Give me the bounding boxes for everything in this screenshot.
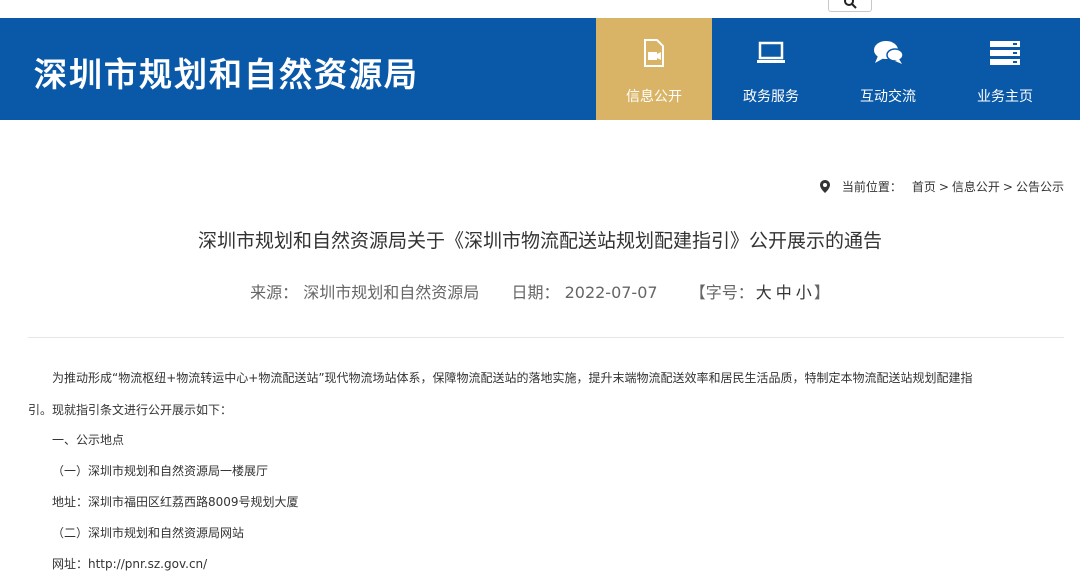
breadcrumb-info-link[interactable]: 信息公开 (952, 178, 1000, 195)
section-heading: 一、公示地点 (52, 433, 125, 447)
date-value: 2022-07-07 (564, 283, 658, 302)
chat-bubbles-icon (872, 38, 904, 68)
nav-item-government-services[interactable]: 政务服务 (713, 18, 829, 120)
breadcrumb: 当前位置： 首页 > 信息公开 > 公告公示 (819, 178, 1064, 195)
nav-label: 业务主页 (977, 89, 1033, 105)
divider (28, 337, 1064, 338)
nav-item-interaction[interactable]: 互动交流 (830, 18, 946, 120)
breadcrumb-separator: > (938, 179, 949, 194)
source-value: 深圳市规划和自然资源局 (303, 283, 480, 302)
location-item-2: （二）深圳市规划和自然资源局网站 (52, 526, 245, 540)
paragraph-intro-cont: 引。现就指引条文进行公开展示如下： (28, 403, 233, 417)
font-size-medium-button[interactable]: 中 (776, 283, 792, 302)
location-pin-icon (819, 180, 830, 193)
document-video-icon (643, 38, 665, 68)
font-size-label-close: 】 (813, 283, 830, 302)
website-line[interactable]: 网址：http://pnr.sz.gov.cn/ (52, 555, 207, 572)
monitor-icon (756, 38, 786, 68)
nav-item-info-disclosure[interactable]: 信息公开 (596, 18, 712, 120)
font-size-small-button[interactable]: 小 (796, 283, 812, 302)
article-title: 深圳市规划和自然资源局关于《深圳市物流配送站规划配建指引》公开展示的通告 (197, 230, 882, 252)
source-label: 来源： (250, 283, 299, 302)
date-label: 日期： (511, 283, 560, 302)
top-strip (0, 0, 1080, 18)
nav-label: 信息公开 (626, 89, 682, 105)
font-size-label: 【字号： (689, 283, 754, 302)
breadcrumb-separator: > (1002, 179, 1013, 194)
nav-label: 互动交流 (860, 89, 916, 105)
site-title[interactable]: 深圳市规划和自然资源局 (34, 48, 419, 96)
breadcrumb-prefix: 当前位置： (841, 180, 902, 194)
breadcrumb-home-link[interactable]: 首页 (912, 178, 936, 195)
nav-item-business-home[interactable]: 业务主页 (947, 18, 1063, 120)
site-header: 深圳市规划和自然资源局 信息公开 政务服务 互动交流 业务主页 (0, 18, 1080, 120)
paragraph-intro: 为推动形成“物流枢纽+物流转运中心+物流配送站”现代物流场站体系，保障物流配送站… (52, 371, 973, 385)
location-item-1: （一）深圳市规划和自然资源局一楼展厅 (52, 464, 269, 478)
breadcrumb-notice-link[interactable]: 公告公示 (1016, 178, 1064, 195)
main-nav: 信息公开 政务服务 互动交流 业务主页 (596, 18, 1063, 120)
nav-label: 政务服务 (743, 89, 799, 105)
article-meta: 来源： 深圳市规划和自然资源局 日期： 2022-07-07 【字号：大中小】 (0, 279, 1080, 303)
address-line: 地址：深圳市福田区红荔西路8009号规划大厦 (52, 495, 299, 509)
server-list-icon (989, 38, 1021, 68)
search-button[interactable] (828, 0, 872, 12)
font-size-large-button[interactable]: 大 (756, 283, 772, 302)
search-icon (844, 0, 857, 9)
